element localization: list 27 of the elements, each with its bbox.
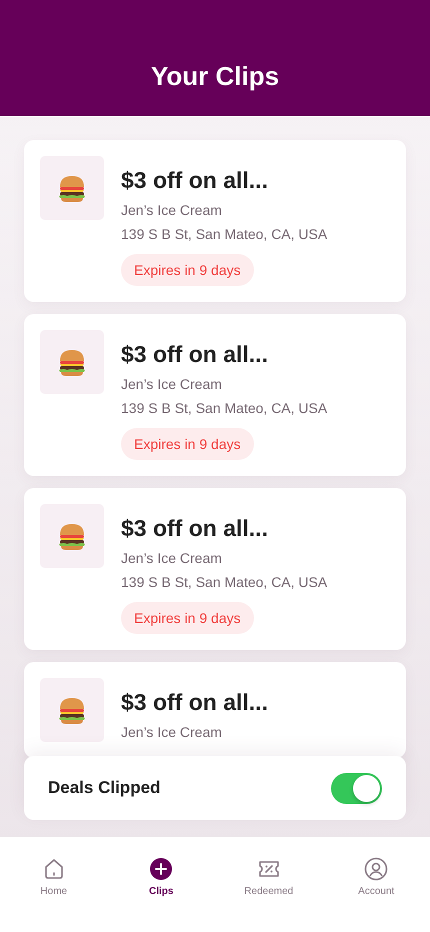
- store-address: 139 S B St, San Mateo, CA, USA: [121, 574, 328, 590]
- deal-title: $3 off on all...: [121, 514, 268, 542]
- deal-title: $3 off on all...: [121, 340, 268, 368]
- deals-clipped-label: Deals Clipped: [48, 778, 160, 798]
- clip-card[interactable]: $3 off on all... Jen’s Ice Cream: [24, 662, 406, 758]
- clip-card[interactable]: $3 off on all... Jen’s Ice Cream 139 S B St, San Mateo, CA, USA Expires in 9 days: [24, 140, 406, 302]
- store-address: 139 S B St, San Mateo, CA, USA: [121, 226, 328, 242]
- store-name: Jen’s Ice Cream: [121, 202, 222, 218]
- account-icon: [364, 857, 388, 881]
- nav-tab[interactable]: Redeemed: [228, 857, 309, 901]
- toggle-switch[interactable]: [331, 772, 382, 804]
- clip-card[interactable]: $3 off on all... Jen’s Ice Cream 139 S B St, San Mateo, CA, USA Expires in 9 days: [24, 314, 406, 476]
- deal-title: $3 off on all...: [121, 166, 268, 194]
- deal-title: $3 off on all...: [121, 688, 268, 716]
- page-title: Your Clips: [150, 61, 280, 92]
- nav-tab[interactable]: Account: [336, 857, 416, 901]
- store-name: Jen’s Ice Cream: [121, 724, 222, 740]
- store-address: 139 S B St, San Mateo, CA, USA: [121, 400, 328, 416]
- store-name: Jen’s Ice Cream: [121, 550, 222, 566]
- clip-card[interactable]: $3 off on all... Jen’s Ice Cream 139 S B St, San Mateo, CA, USA Expires in 9 days: [24, 488, 406, 650]
- nav-tab[interactable]: Clips: [121, 857, 202, 901]
- plus-icon: [149, 857, 174, 881]
- expiry-badge: Expires in 9 days: [121, 428, 254, 460]
- nav-tab[interactable]: Home: [14, 857, 94, 901]
- expiry-badge: Expires in 9 days: [121, 602, 254, 634]
- expiry-badge: Expires in 9 days: [121, 254, 254, 286]
- store-name: Jen’s Ice Cream: [121, 376, 222, 392]
